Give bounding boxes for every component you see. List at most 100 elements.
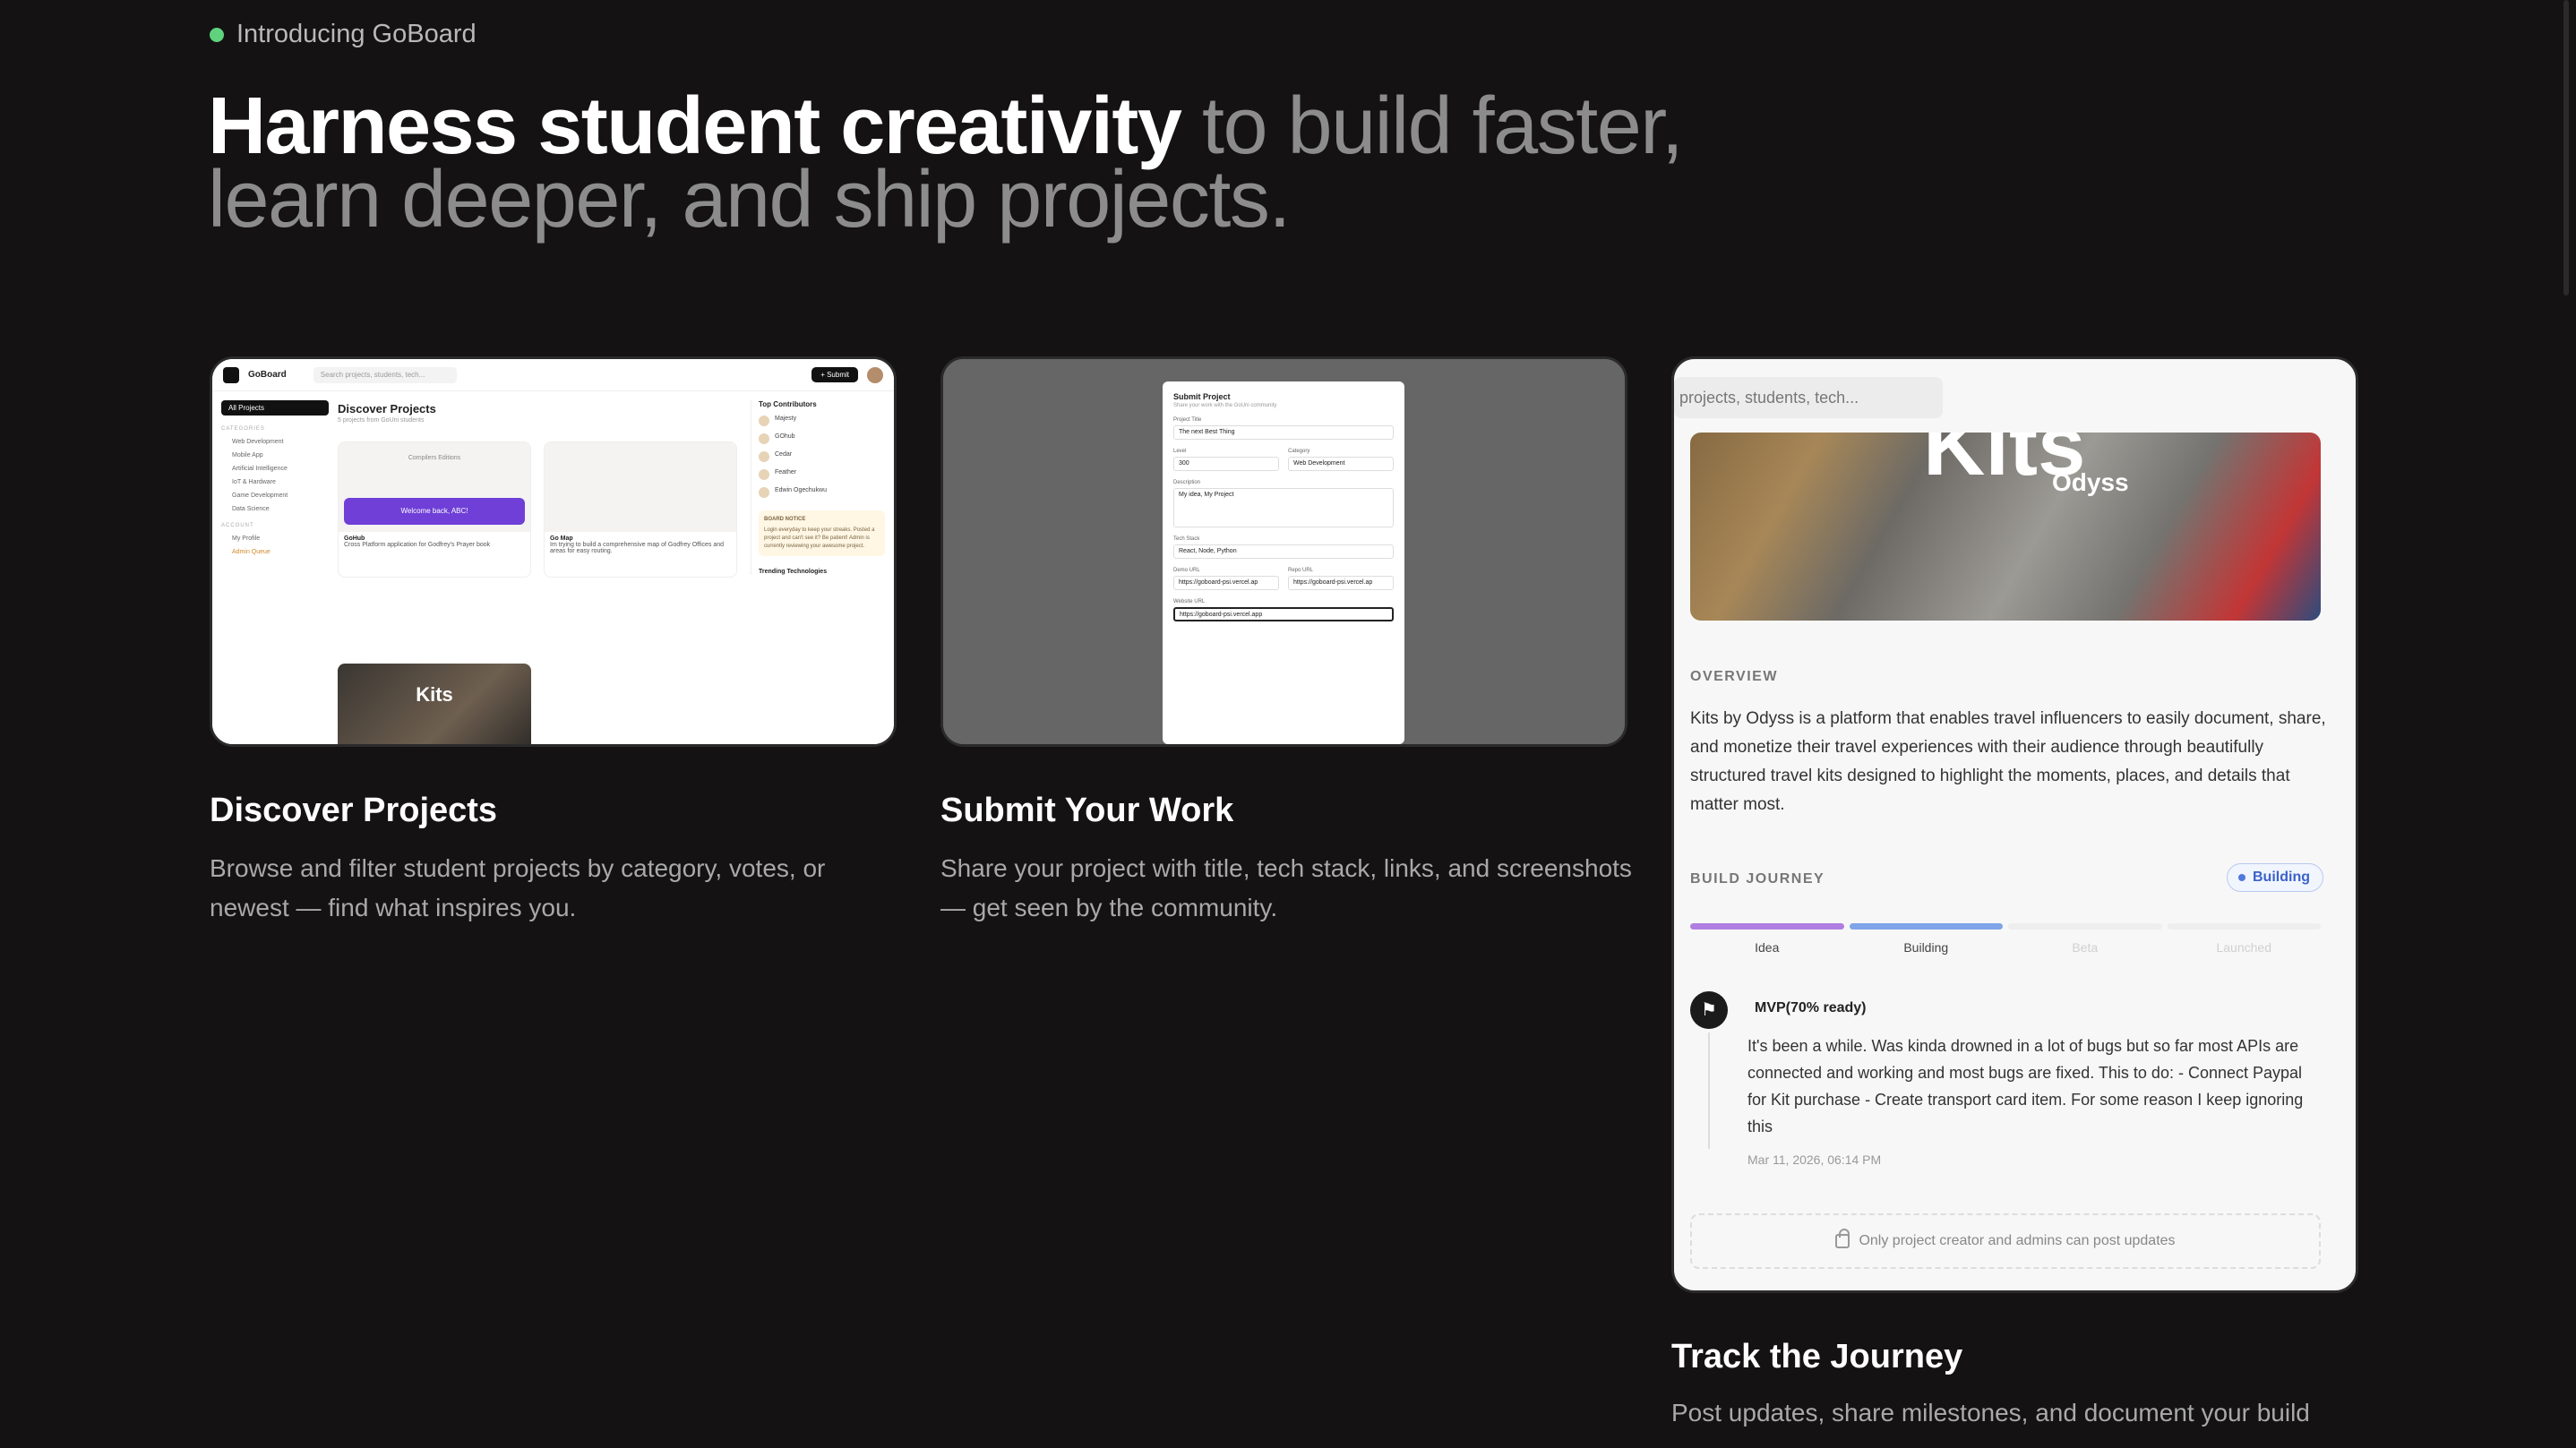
avatar <box>759 416 769 426</box>
mini-right-panel: Top Contributors Majesty GOhub Cedar Fea… <box>751 400 885 575</box>
feature-title-journey: Track the Journey <box>1671 1338 1963 1375</box>
journey-preview-card: projects, students, tech... Kits Odyss O… <box>1671 356 2358 1293</box>
avatar <box>759 433 769 444</box>
description-textarea[interactable]: My idea, My Project <box>1173 488 1394 527</box>
feature-desc-discover: Browse and filter student projects by ca… <box>210 854 826 921</box>
project-text: Go Map Im trying to build a comprehensiv… <box>545 532 736 558</box>
sidebar-label-account: ACCOUNT <box>221 523 254 528</box>
level-group: Level 300 <box>1173 440 1279 471</box>
level-input[interactable]: 300 <box>1173 457 1279 471</box>
mini-page-sub: 5 projects from GoUni students <box>338 417 425 424</box>
modal-title: Submit Project <box>1173 392 1231 401</box>
contributor-name: Majesty <box>775 416 797 422</box>
field-label: Repo URL <box>1288 568 1314 573</box>
step-bar <box>1849 923 2003 930</box>
contributor-item[interactable]: Cedar <box>759 451 885 462</box>
contributors-title: Top Contributors <box>759 400 817 408</box>
step-label: Launched <box>2216 940 2271 955</box>
contributor-item[interactable]: Majesty <box>759 416 885 426</box>
project-desc: Im trying to build a comprehensive map o… <box>550 542 725 554</box>
field-label: Category <box>1288 449 1310 454</box>
contributor-item[interactable]: Feather <box>759 469 885 480</box>
overview-text: Kits by Odyss is a platform that enables… <box>1690 709 2326 814</box>
sidebar-item[interactable]: IoT & Hardware <box>221 479 329 485</box>
category-group: Category Web Development <box>1288 440 1394 471</box>
step-bar <box>2167 923 2321 930</box>
step-launched: Launched <box>2167 923 2321 955</box>
build-journey-label: BUILD JOURNEY <box>1690 871 1825 887</box>
update-date: Mar 11, 2026, 06:14 PM <box>1747 1152 1882 1167</box>
status-dot-icon <box>210 27 224 42</box>
overview-label: OVERVIEW <box>1690 669 1778 684</box>
intro-eyebrow: Introducing GoBoard <box>210 20 477 49</box>
trending-title: Trending Technologies <box>759 569 828 575</box>
hero-heading: Harness student creativity to build fast… <box>208 86 1730 240</box>
mini-main: Discover Projects 5 projects from GoUni … <box>338 402 750 578</box>
field-label: Project Title <box>1173 417 1202 423</box>
discover-preview-card: GoBoard Search projects, students, tech.… <box>210 356 897 747</box>
contributor-name: Cedar <box>775 451 793 458</box>
contributor-name: GOhub <box>775 433 795 440</box>
board-notice: BOARD NOTICE Login everyday to keep your… <box>759 510 885 556</box>
feature-desc-submit: Share your project with title, tech stac… <box>940 854 1632 921</box>
sidebar-item[interactable]: Data Science <box>221 506 329 512</box>
timeline-line <box>1708 1032 1710 1149</box>
page-scrollbar[interactable] <box>2563 0 2569 296</box>
project-card-gomap[interactable]: Go Map Im trying to build a comprehensiv… <box>544 441 737 578</box>
project-banner-image: Kits Odyss <box>1690 433 2321 621</box>
repo-group: Repo URL https://goboard-psi.vercel.ap <box>1288 559 1394 590</box>
field-label: Description <box>1173 480 1201 485</box>
project-card-gohub[interactable]: Compilers Editions Welcome back, ABC! Go… <box>338 441 531 578</box>
step-label: Idea <box>1755 940 1780 955</box>
avatar <box>759 469 769 480</box>
mini-project-grid: Compilers Editions Welcome back, ABC! Go… <box>338 441 737 578</box>
project-cover <box>545 442 736 532</box>
field-row: Demo URL https://goboard-psi.vercel.ap R… <box>1173 559 1394 590</box>
contributor-item[interactable]: GOhub <box>759 433 885 444</box>
mini-app: GoBoard Search projects, students, tech.… <box>212 359 894 744</box>
goboard-logo-icon <box>223 366 239 383</box>
step-beta: Beta <box>2008 923 2162 955</box>
banner-subtitle: Odyss <box>2052 468 2129 496</box>
avatar <box>759 451 769 462</box>
submit-modal: Submit Project Share your work with the … <box>1163 381 1404 744</box>
locked-notice: Only project creator and admins can post… <box>1690 1213 2321 1269</box>
mini-submit-button[interactable]: + Submit <box>811 367 858 382</box>
contributor-item[interactable]: Edwin Ogechukwu <box>759 487 885 498</box>
sidebar-label-categories: CATEGORIES <box>221 426 265 432</box>
sidebar-item[interactable]: Web Development <box>221 439 329 445</box>
lock-icon <box>1835 1229 1850 1248</box>
welcome-banner: Welcome back, ABC! <box>344 498 525 525</box>
status-badge-label: Building <box>2253 870 2310 885</box>
update-title: MVP(70% ready) <box>1755 1000 1867 1015</box>
website-url-input[interactable]: https://goboard-psi.vercel.app <box>1173 607 1394 621</box>
project-text: GoHub Cross Platform application for God… <box>339 532 530 552</box>
demo-url-input[interactable]: https://goboard-psi.vercel.ap <box>1173 576 1279 590</box>
project-card-kits[interactable]: Kits <box>338 664 531 744</box>
repo-url-input[interactable]: https://goboard-psi.vercel.ap <box>1288 576 1394 590</box>
project-title-input[interactable]: The next Best Thing <box>1173 425 1394 440</box>
search-input[interactable]: projects, students, tech... <box>1674 377 1943 418</box>
mini-search-input[interactable]: Search projects, students, tech... <box>313 366 457 383</box>
sidebar-item-all-projects[interactable]: All Projects <box>221 400 329 416</box>
step-bar <box>1690 923 1844 930</box>
mini-page-title: Discover Projects <box>338 402 436 416</box>
step-label: Beta <box>2072 940 2099 955</box>
sidebar-item[interactable]: Mobile App <box>221 452 329 458</box>
sidebar-item-profile[interactable]: My Profile <box>221 536 329 542</box>
avatar <box>759 487 769 498</box>
tech-stack-input[interactable]: React, Node, Python <box>1173 544 1394 559</box>
feature-desc-journey: Post updates, share milestones, and docu… <box>1671 1399 2310 1427</box>
status-dot-icon <box>2238 874 2245 881</box>
mini-sidebar: All Projects CATEGORIES Web Development … <box>221 400 329 555</box>
sidebar-item[interactable]: Artificial Intelligence <box>221 466 329 472</box>
sidebar-item-admin[interactable]: Admin Queue <box>221 549 329 555</box>
contributor-name: Edwin Ogechukwu <box>775 487 827 493</box>
field-label: Demo URL <box>1173 568 1200 573</box>
category-select[interactable]: Web Development <box>1288 457 1394 471</box>
sidebar-item[interactable]: Game Development <box>221 493 329 499</box>
feature-title-discover: Discover Projects <box>210 792 498 829</box>
avatar[interactable] <box>867 366 883 383</box>
feature-title-submit: Submit Your Work <box>940 792 1234 829</box>
step-bar <box>2008 923 2162 930</box>
